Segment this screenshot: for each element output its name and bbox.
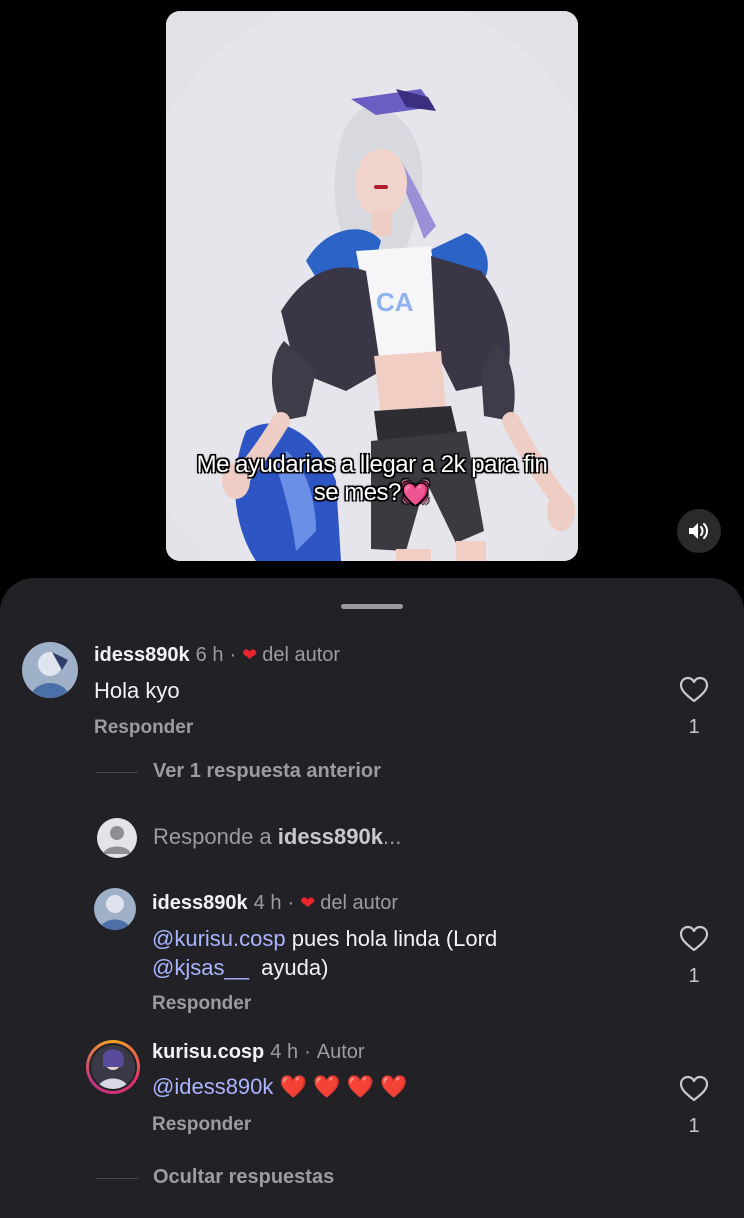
svg-text:CA: CA [376,287,414,317]
like-control[interactable]: 1 [679,1075,709,1138]
sound-toggle-button[interactable] [677,509,721,553]
reply-input-suffix: ... [382,824,402,849]
avatar-with-story-ring[interactable] [86,1040,140,1094]
avatar[interactable] [94,888,136,930]
mention-link[interactable]: @kurisu.cosp [152,926,286,951]
heart-outline-icon[interactable] [679,1075,709,1102]
reply-input-user: idess890k [277,824,383,849]
reply-button[interactable]: Responder [152,1114,251,1136]
mention-link[interactable]: @idess890k [152,1074,273,1099]
hide-replies-button[interactable]: Ocultar respuestas [153,1166,334,1189]
thread-divider [96,1178,138,1179]
reply-time: 4 h [270,1041,299,1063]
user-placeholder-icon [103,826,131,854]
comments-sheet: idess890k 6 h · ❤ del autor Hola kyo Res… [0,578,744,1218]
author-liked-badge: del autor [262,644,341,666]
like-control[interactable]: 1 [679,925,709,988]
reply-text: @kurisu.cosp pues hola linda (Lord @kjsa… [152,924,652,982]
reply-button[interactable]: Responder [94,717,193,739]
caption-line-2: se mes?💓 [313,479,431,506]
comment-text: Hola kyo [94,678,180,703]
speaker-icon [689,523,708,539]
reply-username[interactable]: kurisu.cosp [152,1041,264,1064]
avatar-image [94,888,136,930]
like-count: 1 [688,1115,700,1137]
video-caption: Me ayudarias a llegar a 2k para fin se m… [166,451,578,507]
thread-divider [96,772,138,773]
reply-username[interactable]: idess890k [152,892,248,915]
comment-time: 6 h [195,644,224,666]
reply-text: @idess890k ❤️ ❤️ ❤️ ❤️ [152,1072,652,1101]
author-heart-icon: ❤ [242,645,258,665]
avatar-image [91,1045,135,1089]
avatar-image [22,642,78,698]
comment-meta: idess890k 6 h · ❤ del autor [94,644,340,667]
comment-dot: · [229,644,237,666]
reply-button[interactable]: Responder [152,993,251,1015]
author-badge: Autor [316,1041,365,1063]
mention-link[interactable]: @kjsas__ [152,955,249,980]
reply-input-prefix: Responde a [153,824,278,849]
reply-meta: idess890k 4 h · ❤ del autor [152,892,398,915]
current-user-avatar [97,818,137,858]
like-count: 1 [688,716,700,738]
reply-text-part: pues hola linda (Lord [285,926,498,951]
reply-input[interactable]: Responde a idess890k... [153,824,401,850]
like-count: 1 [688,965,700,987]
author-liked-badge: del autor [320,892,399,914]
avatar-inner [89,1043,137,1091]
reply-text-part: ayuda) [248,955,329,980]
reply-dot: · [304,1041,311,1063]
video-player[interactable]: CA Me ayudarias a llegar a 2k para fin s… [166,11,578,561]
author-heart-icon: ❤ [300,893,316,913]
caption-line-1: Me ayudarias a llegar a 2k para fin [196,451,548,478]
reply-time: 4 h [253,892,282,914]
like-control[interactable]: 1 [679,676,709,739]
sheet-drag-handle[interactable] [341,604,403,609]
reply-meta: kurisu.cosp 4 h · Autor [152,1041,365,1064]
reply-text-part: ❤️ ❤️ ❤️ ❤️ [273,1074,408,1099]
heart-outline-icon[interactable] [679,676,709,703]
comment-username[interactable]: idess890k [94,644,190,667]
reply-dot: · [287,892,295,914]
view-previous-replies[interactable]: Ver 1 respuesta anterior [153,760,381,783]
avatar[interactable] [22,642,78,698]
heart-outline-icon[interactable] [679,925,709,952]
